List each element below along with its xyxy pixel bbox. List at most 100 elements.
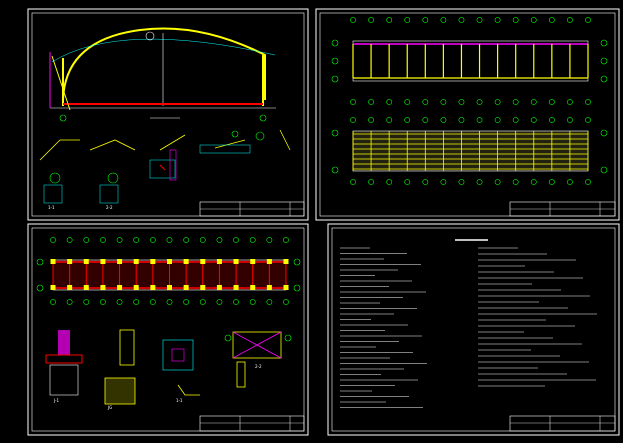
pad-footing: [183, 259, 189, 264]
axis-bubble: [350, 99, 356, 105]
axis-bubble: [440, 117, 447, 123]
pad-footing: [150, 259, 156, 264]
pad-footing: [50, 259, 56, 264]
axis-bubble: [530, 179, 537, 185]
axis-bubble: [512, 99, 519, 105]
pad-footing: [133, 285, 139, 290]
sheet-plans: [315, 8, 620, 221]
axis-bubble: [368, 117, 374, 123]
axis-bubble: [116, 237, 123, 243]
axis-bubble: [567, 99, 573, 105]
axis-bubble: [548, 117, 555, 123]
axis-bubble: [422, 17, 429, 23]
pad-footing: [150, 285, 156, 290]
pad-footing: [233, 259, 239, 264]
pad-footing: [200, 285, 206, 290]
axis-bubble: [66, 237, 73, 243]
pad-footing: [266, 285, 272, 290]
axis-bubble: [404, 117, 411, 123]
axis-bubble: [266, 237, 273, 243]
axis-bubble: [283, 237, 289, 243]
pad-footing: [266, 259, 272, 264]
axis-bubble: [216, 299, 223, 305]
axis-bubble: [404, 179, 411, 185]
pad-footing: [200, 259, 206, 264]
axis-bubble: [476, 179, 483, 185]
axis-bubble: [567, 117, 573, 123]
axis-bubble: [386, 117, 393, 123]
axis-bubble: [50, 299, 56, 305]
pad-footing: [216, 285, 222, 290]
axis-bubble: [458, 179, 465, 185]
axis-bubble: [199, 299, 206, 305]
axis-bubble: [494, 179, 501, 185]
axis-bubble: [512, 179, 519, 185]
pad-footing: [50, 285, 56, 290]
axis-bubble: [149, 299, 156, 305]
pad-footing: [250, 259, 256, 264]
axis-bubble: [350, 17, 356, 23]
pad-footing: [167, 285, 172, 290]
section-label-1-1: 1-1: [176, 398, 183, 403]
axis-bubble: [368, 17, 374, 23]
axis-bubble: [585, 179, 591, 185]
axis-bubble: [458, 99, 465, 105]
axis-bubble: [386, 179, 393, 185]
axis-bubble: [368, 99, 374, 105]
axis-bubble: [548, 179, 555, 185]
axis-bubble: [116, 299, 123, 305]
sheet-notes: [327, 223, 620, 436]
pad-footing: [183, 285, 189, 290]
axis-bubble: [199, 237, 206, 243]
axis-bubble: [530, 17, 537, 23]
pad-footing: [67, 285, 73, 290]
pad-footing: [100, 259, 106, 264]
axis-bubble: [183, 299, 190, 305]
axis-bubble: [494, 99, 501, 105]
axis-bubble: [283, 299, 289, 305]
axis-bubble: [548, 17, 555, 23]
pad-footing: [117, 259, 123, 264]
cad-drawing-canvas: [27, 8, 620, 436]
axis-bubble: [512, 117, 519, 123]
axis-bubble: [422, 99, 429, 105]
axis-bubble: [266, 299, 273, 305]
axis-bubble: [386, 17, 393, 23]
detail-label-jg: JG: [108, 405, 113, 410]
detail-label-1-1: 1-1: [48, 205, 55, 210]
axis-bubble: [530, 99, 537, 105]
axis-bubble: [100, 299, 106, 305]
axis-bubble: [404, 99, 411, 105]
axis-bubble: [183, 237, 190, 243]
detail-label-j1: J-1: [54, 398, 60, 403]
axis-bubble: [440, 99, 447, 105]
axis-bubble: [83, 237, 90, 243]
detail-label-2-2: 2-2: [106, 205, 113, 210]
pad-footing: [100, 285, 106, 290]
axis-bubble: [133, 299, 140, 305]
axis-bubble: [530, 117, 537, 123]
axis-bubble: [249, 237, 256, 243]
axis-bubble: [476, 117, 483, 123]
axis-bubble: [350, 179, 356, 185]
axis-bubble: [368, 179, 374, 185]
axis-bubble: [458, 17, 465, 23]
axis-bubble: [585, 117, 591, 123]
axis-bubble: [166, 237, 173, 243]
axis-bubble: [233, 237, 239, 243]
axis-bubble: [216, 237, 223, 243]
axis-bubble: [585, 17, 591, 23]
axis-bubble: [458, 117, 465, 123]
section-label-2-2: 2-2: [255, 364, 262, 369]
axis-bubble: [585, 99, 591, 105]
axis-bubble: [567, 17, 573, 23]
axis-bubble: [66, 299, 73, 305]
pad-footing: [117, 285, 123, 290]
axis-bubble: [567, 179, 573, 185]
pad-footing: [133, 259, 139, 264]
axis-bubble: [249, 299, 256, 305]
axis-bubble: [404, 17, 411, 23]
pad-footing: [83, 285, 89, 290]
axis-bubble: [133, 237, 140, 243]
pad-footing: [167, 259, 172, 264]
